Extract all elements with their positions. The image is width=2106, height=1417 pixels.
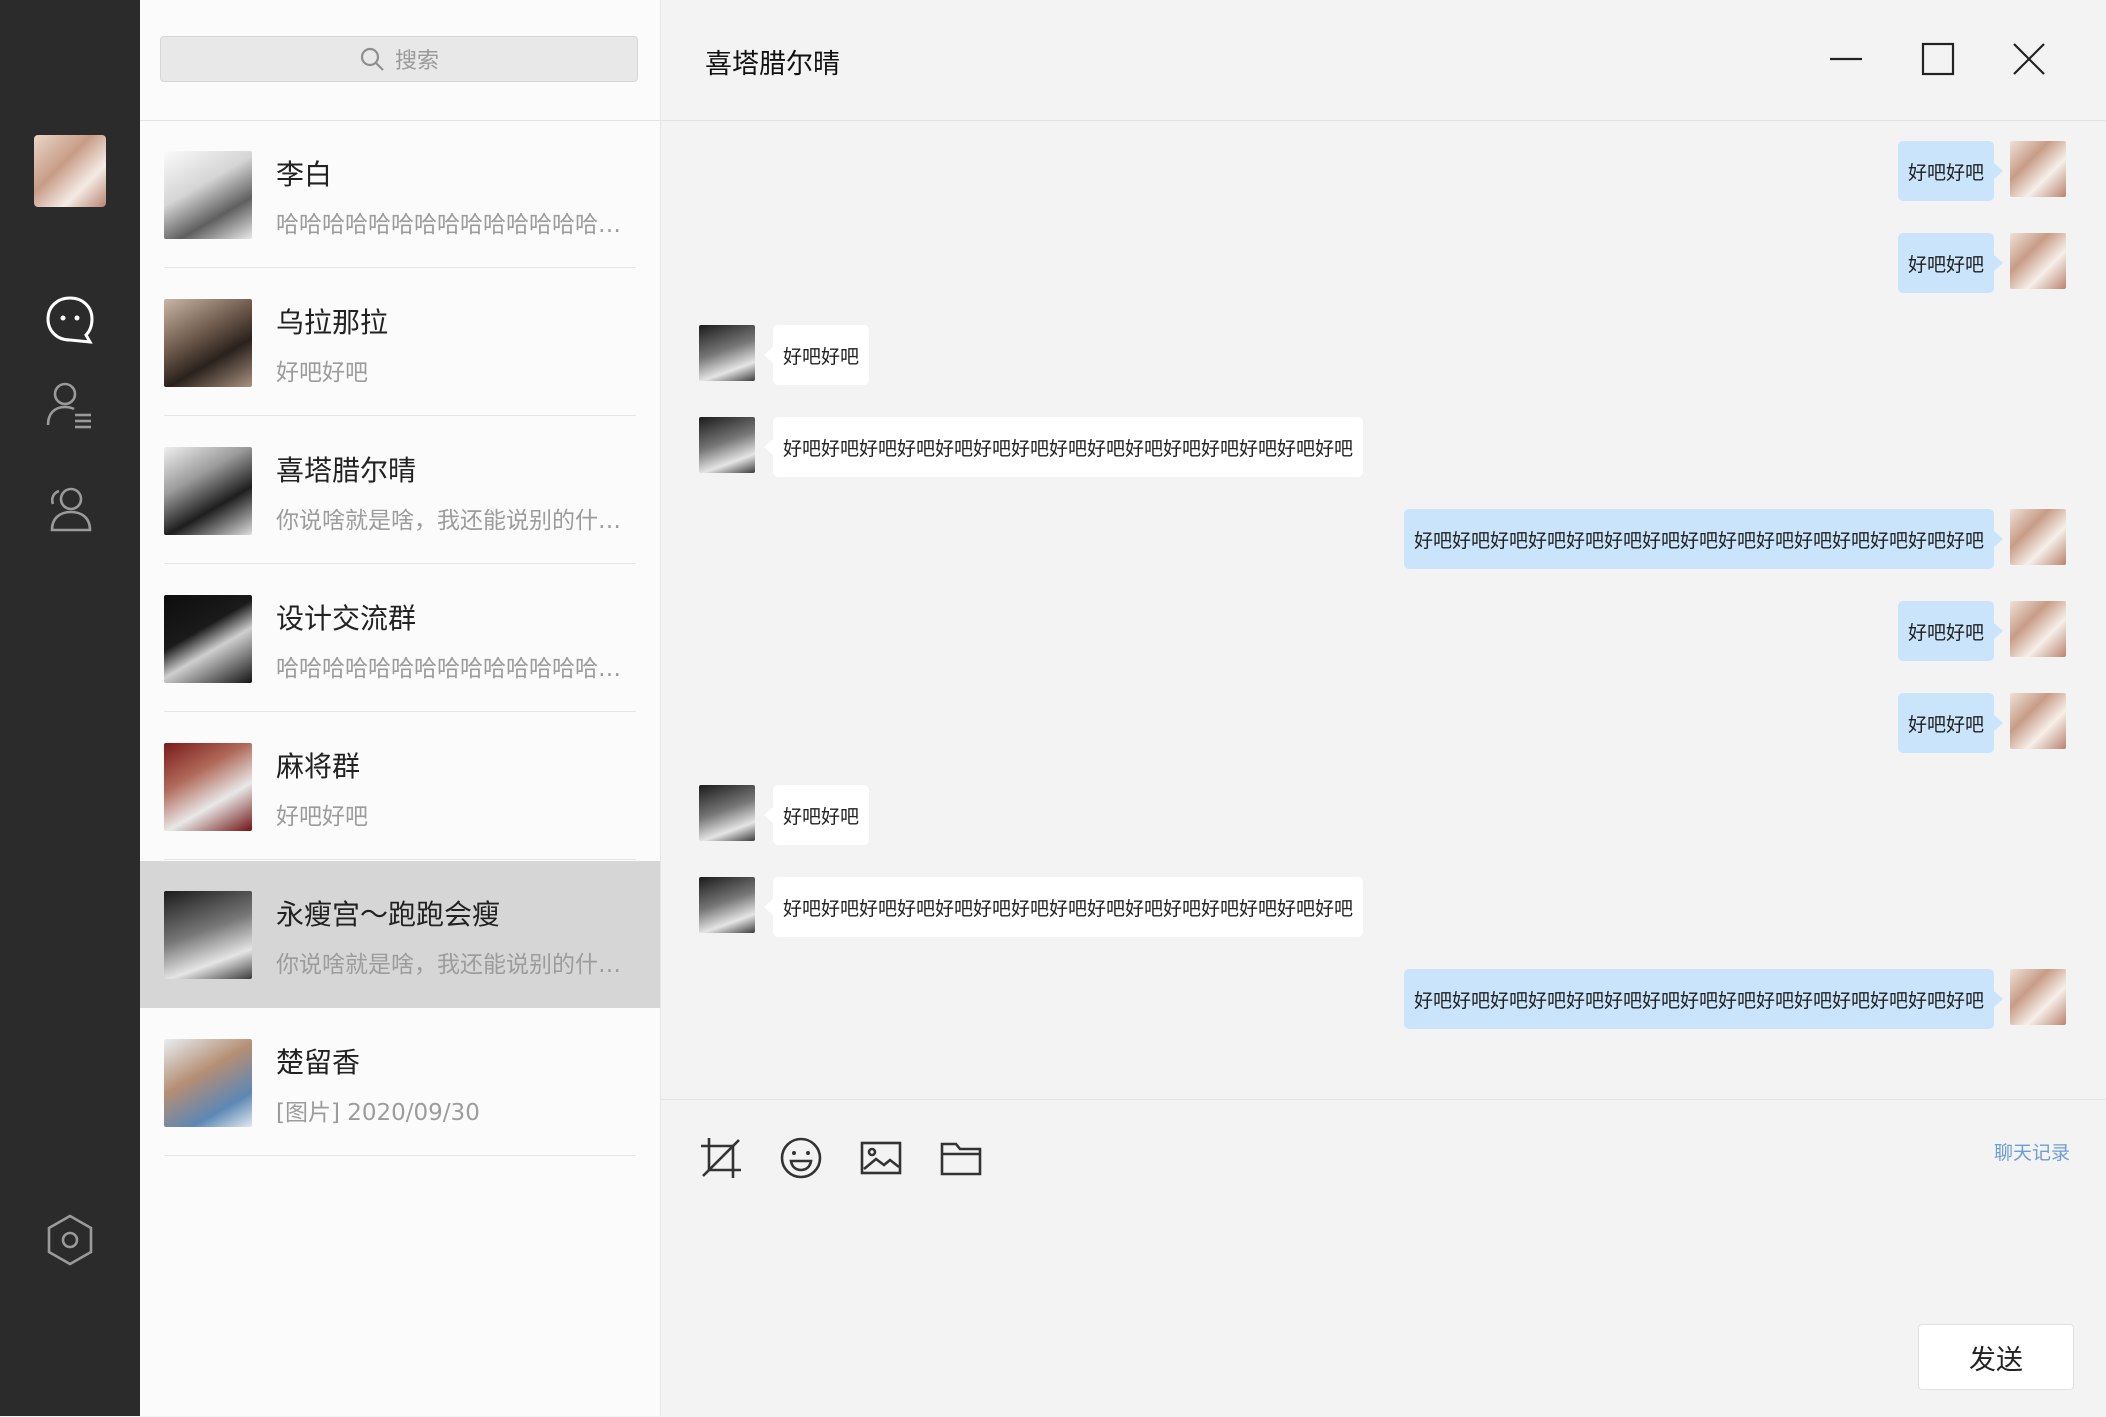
conversation-item[interactable]: 乌拉那拉 好吧好吧 <box>140 269 660 416</box>
conversation-name: 喜塔腊尔晴 <box>276 454 417 487</box>
contact-avatar <box>164 595 252 683</box>
contact-avatar <box>164 743 252 831</box>
conversation-item[interactable]: 喜塔腊尔晴 你说啥就是啥，我还能说别的什么呢 <box>140 417 660 564</box>
conversation-name: 乌拉那拉 <box>276 306 389 339</box>
nav-rail <box>0 0 140 1416</box>
conversation-name: 楚留香 <box>276 1046 361 1079</box>
close-button[interactable] <box>2004 34 2054 84</box>
message-bubble[interactable]: 好吧好吧 <box>763 325 870 385</box>
message-bubble[interactable]: 好吧好吧 <box>1897 601 2004 661</box>
message-row-sent: 好吧好吧 <box>661 141 2106 201</box>
message-row-received: 好吧好吧 <box>661 325 2106 385</box>
divider <box>164 415 636 416</box>
avatar[interactable] <box>699 325 755 381</box>
message-bubble[interactable]: 好吧好吧 <box>1897 233 2004 293</box>
conversation-name: 设计交流群 <box>276 602 417 635</box>
message-row-sent: 好吧好吧好吧好吧好吧好吧好吧好吧好吧好吧好吧好吧好吧好吧好吧 <box>661 509 2106 569</box>
chat-title: 喜塔腊尔晴 <box>705 49 840 80</box>
conversation-list: 搜索 李白 哈哈哈哈哈哈哈哈哈哈哈哈哈哈哈哈哈哈哈哈 乌拉那拉 好吧好吧 喜塔腊… <box>140 0 661 1416</box>
avatar[interactable] <box>2010 233 2066 289</box>
conversation-preview: 好吧好吧 <box>276 360 368 386</box>
contacts-icon[interactable] <box>40 374 100 434</box>
divider <box>164 711 636 712</box>
conversation-preview: 你说啥就是啥，我还能说别的什么呢 <box>276 952 638 978</box>
groups-icon[interactable] <box>40 478 100 538</box>
avatar[interactable] <box>2010 969 2066 1025</box>
minimize-icon <box>1830 57 1862 61</box>
conversation-name: 李白 <box>276 158 333 191</box>
crop-icon[interactable] <box>697 1134 745 1182</box>
contact-avatar <box>164 151 252 239</box>
message-bubble[interactable]: 好吧好吧好吧好吧好吧好吧好吧好吧好吧好吧好吧好吧好吧好吧好吧 <box>763 417 1364 477</box>
chat-icon[interactable] <box>40 290 100 350</box>
message-list: 好吧好吧 好吧好吧 好吧好吧 好吧好吧好吧好吧好吧好吧好吧好吧好吧好吧好吧好吧好… <box>661 121 2106 1099</box>
close-icon <box>2013 43 2045 75</box>
conversation-preview: 好吧好吧 <box>276 804 368 830</box>
message-row-sent: 好吧好吧 <box>661 233 2106 293</box>
conversation-preview: 哈哈哈哈哈哈哈哈哈哈哈哈哈哈哈哈哈哈哈哈 <box>276 212 638 238</box>
message-bubble[interactable]: 好吧好吧 <box>763 785 870 845</box>
avatar[interactable] <box>2010 601 2066 657</box>
conversation-preview: [图片] 2020/09/30 <box>276 1100 480 1126</box>
maximize-button[interactable] <box>1913 34 1963 84</box>
conversation-item[interactable]: 麻将群 好吧好吧 <box>140 713 660 860</box>
message-row-received: 好吧好吧好吧好吧好吧好吧好吧好吧好吧好吧好吧好吧好吧好吧好吧 <box>661 877 2106 937</box>
conversation-name: 麻将群 <box>276 750 361 783</box>
chat-header: 喜塔腊尔晴 <box>661 0 2106 121</box>
conversation-preview: 你说啥就是啥，我还能说别的什么呢 <box>276 508 638 534</box>
image-icon[interactable] <box>857 1134 905 1182</box>
chat-panel: 喜塔腊尔晴 好吧好吧 好吧好吧 好吧好吧 好吧好吧好吧好吧好吧好吧好吧好吧好吧好… <box>661 0 2106 1416</box>
divider <box>164 1155 636 1156</box>
send-button[interactable]: 发送 <box>1918 1324 2074 1390</box>
message-row-sent: 好吧好吧好吧好吧好吧好吧好吧好吧好吧好吧好吧好吧好吧好吧好吧 <box>661 969 2106 1029</box>
conversation-item[interactable]: 李白 哈哈哈哈哈哈哈哈哈哈哈哈哈哈哈哈哈哈哈哈 <box>140 121 660 268</box>
search-icon <box>360 47 384 71</box>
composer: 聊天记录 发送 <box>661 1099 2106 1417</box>
chat-history-link[interactable]: 聊天记录 <box>1994 1138 2070 1165</box>
search-input[interactable]: 搜索 <box>160 36 638 82</box>
message-input[interactable] <box>699 1200 2029 1360</box>
message-row-received: 好吧好吧好吧好吧好吧好吧好吧好吧好吧好吧好吧好吧好吧好吧好吧 <box>661 417 2106 477</box>
conversation-item-active[interactable]: 永瘦宫～跑跑会瘦 你说啥就是啥，我还能说别的什么呢 <box>140 861 660 1008</box>
maximize-icon <box>1921 42 1955 76</box>
avatar[interactable] <box>2010 141 2066 197</box>
contact-avatar <box>164 1039 252 1127</box>
conversation-name: 永瘦宫～跑跑会瘦 <box>276 898 501 931</box>
message-bubble[interactable]: 好吧好吧好吧好吧好吧好吧好吧好吧好吧好吧好吧好吧好吧好吧好吧 <box>1403 969 2004 1029</box>
avatar[interactable] <box>699 417 755 473</box>
divider <box>164 859 636 860</box>
divider <box>164 563 636 564</box>
avatar[interactable] <box>699 785 755 841</box>
message-bubble[interactable]: 好吧好吧 <box>1897 693 2004 753</box>
message-row-sent: 好吧好吧 <box>661 601 2106 661</box>
emoji-icon[interactable] <box>777 1134 825 1182</box>
folder-icon[interactable] <box>937 1134 985 1182</box>
avatar[interactable] <box>699 877 755 933</box>
message-bubble[interactable]: 好吧好吧好吧好吧好吧好吧好吧好吧好吧好吧好吧好吧好吧好吧好吧 <box>763 877 1364 937</box>
settings-icon[interactable] <box>40 1210 100 1270</box>
contact-avatar <box>164 891 252 979</box>
user-avatar[interactable] <box>34 135 106 207</box>
contact-avatar <box>164 299 252 387</box>
conversation-preview: 哈哈哈哈哈哈哈哈哈哈哈哈哈哈哈哈哈哈哈哈 <box>276 656 638 682</box>
minimize-button[interactable] <box>1821 34 1871 84</box>
message-bubble[interactable]: 好吧好吧好吧好吧好吧好吧好吧好吧好吧好吧好吧好吧好吧好吧好吧 <box>1403 509 2004 569</box>
message-row-sent: 好吧好吧 <box>661 693 2106 753</box>
avatar[interactable] <box>2010 509 2066 565</box>
message-bubble[interactable]: 好吧好吧 <box>1897 141 2004 201</box>
message-row-received: 好吧好吧 <box>661 785 2106 845</box>
search-placeholder: 搜索 <box>394 49 439 74</box>
avatar[interactable] <box>2010 693 2066 749</box>
divider <box>164 267 636 268</box>
contact-avatar <box>164 447 252 535</box>
conversation-item[interactable]: 楚留香 [图片] 2020/09/30 <box>140 1009 660 1156</box>
conversation-item[interactable]: 设计交流群 哈哈哈哈哈哈哈哈哈哈哈哈哈哈哈哈哈哈哈哈 <box>140 565 660 712</box>
